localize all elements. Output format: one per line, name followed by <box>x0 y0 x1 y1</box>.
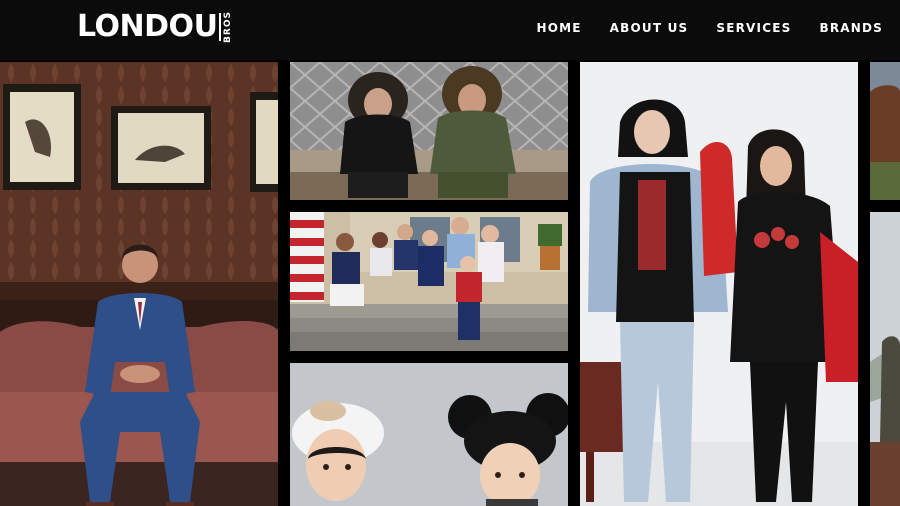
couple-illustration <box>580 62 858 506</box>
kids-illustration <box>290 363 568 506</box>
family-illustration <box>290 212 568 351</box>
main-nav: HOME ABOUT US SERVICES BRANDS <box>536 21 883 35</box>
horse-illustration <box>870 62 900 200</box>
man-in-blue-suit-photo[interactable] <box>0 62 278 506</box>
parkas-illustration <box>290 62 568 200</box>
nav-home[interactable]: HOME <box>536 21 581 35</box>
outdoors-illustration <box>870 212 900 506</box>
family-on-porch-photo[interactable] <box>290 212 568 351</box>
two-people-in-parkas-photo[interactable] <box>290 62 568 200</box>
kids-in-hats-photo[interactable] <box>290 363 568 506</box>
brand-sub: BROS <box>223 11 234 43</box>
brand-name: LONDOU <box>77 9 218 44</box>
brand-logo[interactable]: LONDOU BROS <box>77 10 233 44</box>
nav-services[interactable]: SERVICES <box>716 21 791 35</box>
logo-divider <box>219 13 222 41</box>
man-in-blue-suit-illustration <box>0 62 278 506</box>
horse-photo[interactable] <box>870 62 900 200</box>
site-header: LONDOU BROS HOME ABOUT US SERVICES BRAND… <box>0 0 900 60</box>
couple-in-streetwear-photo[interactable] <box>580 62 858 506</box>
nav-about-us[interactable]: ABOUT US <box>610 21 689 35</box>
nav-brands[interactable]: BRANDS <box>819 21 883 35</box>
person-outdoors-photo[interactable] <box>870 212 900 506</box>
